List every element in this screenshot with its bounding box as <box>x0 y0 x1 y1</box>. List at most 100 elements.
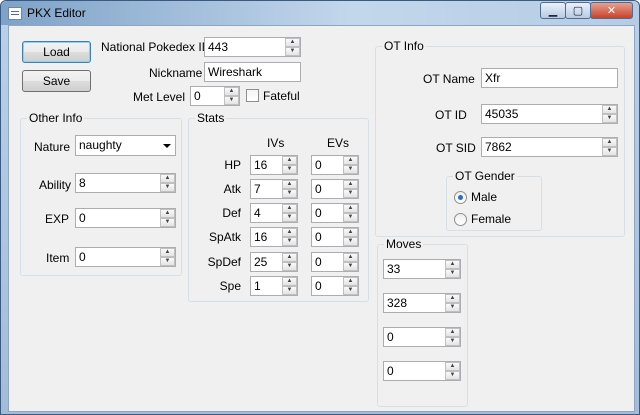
chevron-down-icon <box>163 144 171 148</box>
spin-up-icon[interactable]: ▲ <box>445 328 460 337</box>
iv-stepper-def[interactable]: 4 ▲ ▼ <box>250 203 298 223</box>
fateful-checkbox[interactable] <box>246 89 259 102</box>
move-3-stepper-value: 0 <box>387 330 394 344</box>
ability-stepper[interactable]: 8 ▲ ▼ <box>75 173 176 193</box>
ot-id-value: 45035 <box>485 107 519 121</box>
spin-up-icon[interactable]: ▲ <box>602 138 617 147</box>
stat-label-spdef: SpDef <box>207 255 241 269</box>
spin-down-icon[interactable]: ▼ <box>282 213 297 222</box>
spin-down-icon[interactable]: ▼ <box>602 147 617 156</box>
item-stepper[interactable]: 0 ▲ ▼ <box>75 247 176 267</box>
spin-up-icon[interactable]: ▲ <box>285 38 300 47</box>
spin-up-icon[interactable]: ▲ <box>160 209 175 218</box>
spin-down-icon[interactable]: ▼ <box>602 114 617 123</box>
iv-stepper-hp[interactable]: 16 ▲ ▼ <box>250 155 298 175</box>
spin-down-icon[interactable]: ▼ <box>445 337 460 346</box>
spin-up-icon[interactable]: ▲ <box>602 105 617 114</box>
spin-up-icon[interactable]: ▲ <box>343 180 358 189</box>
spin-down-icon[interactable]: ▼ <box>160 183 175 192</box>
ev-stepper-spdef-value: 0 <box>315 255 322 269</box>
spin-up-icon[interactable]: ▲ <box>343 253 358 262</box>
move-4-stepper[interactable]: 0 ▲ ▼ <box>383 361 461 381</box>
ot-name-input[interactable]: Xfr <box>481 68 618 88</box>
load-button[interactable]: Load <box>22 41 91 63</box>
spin-down-icon[interactable]: ▼ <box>282 262 297 271</box>
close-button[interactable]: ✕ <box>590 2 633 19</box>
ot-sid-stepper[interactable]: 7862 ▲ ▼ <box>481 137 618 157</box>
iv-stepper-spdef[interactable]: 25 ▲ ▼ <box>250 252 298 272</box>
spin-down-icon[interactable]: ▼ <box>343 213 358 222</box>
spin-down-icon[interactable]: ▼ <box>343 286 358 295</box>
spin-up-icon[interactable]: ▲ <box>343 204 358 213</box>
spin-down-icon[interactable]: ▼ <box>445 303 460 312</box>
spin-up-icon[interactable]: ▲ <box>343 228 358 237</box>
iv-stepper-spatk-value: 16 <box>254 230 268 244</box>
app-window: PKX Editor ▁ ▢ ✕ Load Save National Poke… <box>0 0 640 415</box>
spin-up-icon[interactable]: ▲ <box>343 277 358 286</box>
iv-stepper-spe-value: 1 <box>254 279 261 293</box>
exp-value: 0 <box>79 211 86 225</box>
exp-stepper[interactable]: 0 ▲ ▼ <box>75 208 176 228</box>
spin-up-icon[interactable]: ▲ <box>445 294 460 303</box>
spin-up-icon[interactable]: ▲ <box>282 180 297 189</box>
spin-up-icon[interactable]: ▲ <box>445 362 460 371</box>
title-bar[interactable]: PKX Editor ▁ ▢ ✕ <box>1 1 639 25</box>
spin-down-icon[interactable]: ▼ <box>343 165 358 174</box>
spin-down-icon[interactable]: ▼ <box>343 262 358 271</box>
ev-stepper-hp-value: 0 <box>315 158 322 172</box>
minimize-button[interactable]: ▁ <box>540 2 566 19</box>
nickname-input[interactable]: Wireshark <box>204 62 301 82</box>
move-1-stepper[interactable]: 33 ▲ ▼ <box>383 259 461 279</box>
female-radio[interactable] <box>454 213 467 226</box>
spin-down-icon[interactable]: ▼ <box>343 189 358 198</box>
spin-up-icon[interactable]: ▲ <box>445 260 460 269</box>
spin-up-icon[interactable]: ▲ <box>282 277 297 286</box>
spin-up-icon[interactable]: ▲ <box>224 87 239 96</box>
move-2-stepper[interactable]: 328 ▲ ▼ <box>383 293 461 313</box>
iv-stepper-atk[interactable]: 7 ▲ ▼ <box>250 179 298 199</box>
ev-stepper-spe[interactable]: 0 ▲ ▼ <box>311 276 359 296</box>
maximize-button[interactable]: ▢ <box>565 2 591 19</box>
met-level-stepper[interactable]: 0 ▲ ▼ <box>190 86 240 106</box>
ot-id-stepper[interactable]: 45035 ▲ ▼ <box>481 104 618 124</box>
spin-down-icon[interactable]: ▼ <box>160 257 175 266</box>
stats-group: Stats IVs EVs HP 16 ▲ ▼ 0 ▲ ▼ Atk 7 ▲ ▼ 0 ▲ ▼ Def 4 ▲ ▼ 0 ▲… <box>188 111 369 302</box>
spin-up-icon[interactable]: ▲ <box>282 228 297 237</box>
ev-stepper-spatk[interactable]: 0 ▲ ▼ <box>311 227 359 247</box>
move-4-stepper-value: 0 <box>387 364 394 378</box>
spin-up-icon[interactable]: ▲ <box>282 156 297 165</box>
iv-stepper-spe[interactable]: 1 ▲ ▼ <box>250 276 298 296</box>
spin-down-icon[interactable]: ▼ <box>282 189 297 198</box>
spin-down-icon[interactable]: ▼ <box>282 165 297 174</box>
ev-stepper-def[interactable]: 0 ▲ ▼ <box>311 203 359 223</box>
stats-title: Stats <box>195 111 227 125</box>
stat-label-hp: HP <box>224 158 241 172</box>
dex-id-stepper[interactable]: 443 ▲ ▼ <box>204 37 301 57</box>
spin-up-icon[interactable]: ▲ <box>343 156 358 165</box>
male-radio[interactable] <box>454 191 467 204</box>
iv-stepper-hp-value: 16 <box>254 158 268 172</box>
ot-info-group: OT Info OT Name Xfr OT ID 45035 ▲ ▼ OT SI… <box>375 39 625 237</box>
spin-down-icon[interactable]: ▼ <box>343 237 358 246</box>
spin-up-icon[interactable]: ▲ <box>282 253 297 262</box>
spin-up-icon[interactable]: ▲ <box>282 204 297 213</box>
nature-select[interactable]: naughty <box>75 135 176 156</box>
move-3-stepper[interactable]: 0 ▲ ▼ <box>383 327 461 347</box>
spin-down-icon[interactable]: ▼ <box>282 237 297 246</box>
spin-down-icon[interactable]: ▼ <box>160 218 175 227</box>
spin-up-icon[interactable]: ▲ <box>160 174 175 183</box>
ev-stepper-spdef[interactable]: 0 ▲ ▼ <box>311 252 359 272</box>
spin-up-icon[interactable]: ▲ <box>160 248 175 257</box>
spin-down-icon[interactable]: ▼ <box>282 286 297 295</box>
exp-label: EXP <box>45 212 70 226</box>
form-client-area: Load Save National Pokedex ID 443 ▲ ▼ Nic… <box>8 25 635 412</box>
ev-stepper-atk[interactable]: 0 ▲ ▼ <box>311 179 359 199</box>
spin-down-icon[interactable]: ▼ <box>285 47 300 56</box>
spin-down-icon[interactable]: ▼ <box>224 96 239 105</box>
spin-down-icon[interactable]: ▼ <box>445 371 460 380</box>
spin-down-icon[interactable]: ▼ <box>445 269 460 278</box>
iv-stepper-spatk[interactable]: 16 ▲ ▼ <box>250 227 298 247</box>
ev-stepper-hp[interactable]: 0 ▲ ▼ <box>311 155 359 175</box>
ot-sid-label: OT SID <box>436 141 476 155</box>
save-button[interactable]: Save <box>22 70 91 92</box>
